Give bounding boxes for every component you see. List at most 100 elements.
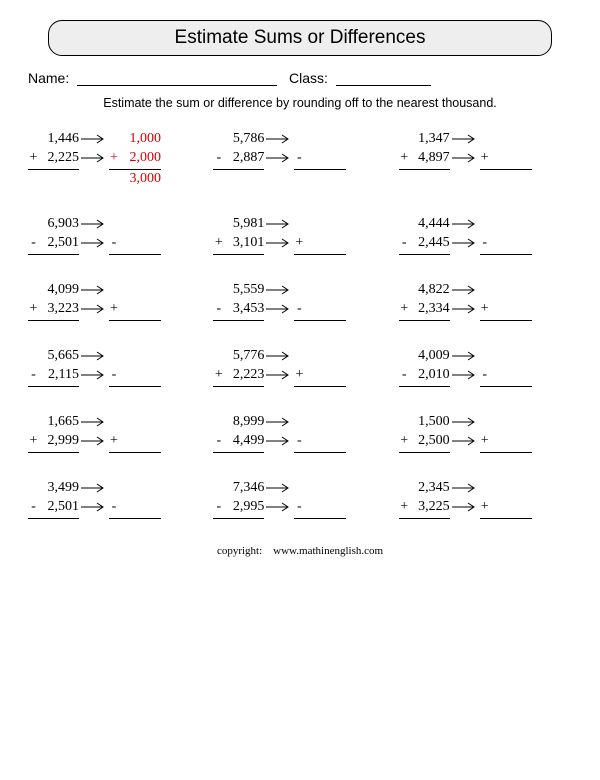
operand-b: 2,501 bbox=[39, 234, 79, 253]
operand-a: 6,903 bbox=[39, 215, 79, 234]
problem: 1,500+2,500+ bbox=[399, 413, 572, 453]
operand-b: 2,999 bbox=[39, 432, 79, 451]
arrow-icon bbox=[450, 149, 480, 168]
rule-line bbox=[399, 169, 450, 170]
footer: copyright: www.mathinenglish.com bbox=[28, 545, 572, 557]
page: Estimate Sums or Differences Name: Class… bbox=[0, 0, 600, 569]
rule-line bbox=[399, 254, 450, 255]
name-input[interactable] bbox=[77, 71, 277, 86]
rule-line bbox=[28, 169, 79, 170]
rule-line bbox=[294, 386, 346, 387]
rule-line bbox=[399, 320, 450, 321]
operator: - bbox=[109, 234, 119, 253]
operator: + bbox=[480, 300, 490, 319]
arrow-icon bbox=[264, 432, 294, 451]
problem: 5,665-2,115- bbox=[28, 347, 201, 387]
operator: - bbox=[480, 234, 490, 253]
example-round-2: 2,000 bbox=[119, 149, 161, 168]
operator: + bbox=[399, 432, 410, 451]
operand-b: 4,499 bbox=[224, 432, 264, 451]
operator: + bbox=[294, 366, 304, 385]
problem: 2,345+3,225+ bbox=[399, 479, 572, 519]
problem: 1,665+2,999+ bbox=[28, 413, 201, 453]
operator: + bbox=[213, 366, 224, 385]
operand-b: 2,501 bbox=[39, 498, 79, 517]
operand-a: 5,981 bbox=[224, 215, 264, 234]
arrow-icon bbox=[450, 234, 480, 253]
instruction-text: Estimate the sum or difference by roundi… bbox=[28, 96, 572, 110]
rule-line bbox=[294, 518, 346, 519]
arrow-icon bbox=[264, 366, 294, 385]
rule-line bbox=[480, 452, 532, 453]
arrow-icon bbox=[264, 347, 294, 366]
operand-b: 3,101 bbox=[224, 234, 264, 253]
operator: + bbox=[28, 432, 39, 451]
operand-a: 5,776 bbox=[224, 347, 264, 366]
operand-a: 1,446 bbox=[39, 130, 79, 149]
rule-line bbox=[480, 169, 532, 170]
problem: 7,346-2,995- bbox=[213, 479, 386, 519]
operand-b: 2,995 bbox=[224, 498, 264, 517]
operand-a: 4,099 bbox=[39, 281, 79, 300]
arrow-icon bbox=[264, 234, 294, 253]
rule-line bbox=[480, 518, 532, 519]
operator: + bbox=[213, 234, 224, 253]
arrow-icon bbox=[79, 498, 109, 517]
arrow-icon bbox=[79, 479, 109, 498]
rule-line bbox=[213, 254, 264, 255]
operator: + bbox=[480, 432, 490, 451]
problem: 1,347+4,897+ bbox=[399, 130, 572, 189]
rule-line bbox=[109, 386, 161, 387]
operator: - bbox=[480, 366, 490, 385]
operand-b: 2,445 bbox=[410, 234, 450, 253]
problem: 8,999-4,499- bbox=[213, 413, 386, 453]
operand-a: 4,444 bbox=[410, 215, 450, 234]
operator: - bbox=[213, 498, 224, 517]
rule-line bbox=[480, 320, 532, 321]
problem: 5,559-3,453- bbox=[213, 281, 386, 321]
rule-line bbox=[294, 452, 346, 453]
operand-b: 2,223 bbox=[224, 366, 264, 385]
operand-b: 2,010 bbox=[410, 366, 450, 385]
arrow-icon bbox=[79, 347, 109, 366]
operator: - bbox=[28, 366, 39, 385]
operator: + bbox=[399, 149, 410, 168]
operand-a: 1,665 bbox=[39, 413, 79, 432]
rule-line bbox=[213, 518, 264, 519]
rule-line bbox=[294, 320, 346, 321]
problem: 4,009-2,010- bbox=[399, 347, 572, 387]
copyright-label: copyright: bbox=[217, 545, 262, 557]
operator: + bbox=[28, 300, 39, 319]
class-label: Class: bbox=[289, 70, 328, 86]
example-answer: 3,000 bbox=[119, 170, 161, 189]
arrow-icon bbox=[450, 366, 480, 385]
operator: - bbox=[28, 234, 39, 253]
rule-line bbox=[109, 254, 161, 255]
rule-line bbox=[480, 386, 532, 387]
page-title: Estimate Sums or Differences bbox=[48, 20, 552, 56]
operator: - bbox=[294, 300, 304, 319]
problem: 4,444-2,445- bbox=[399, 215, 572, 255]
arrow-icon bbox=[79, 413, 109, 432]
operand-a: 2,345 bbox=[410, 479, 450, 498]
operator: - bbox=[213, 149, 224, 168]
operator: - bbox=[399, 234, 410, 253]
arrow-icon bbox=[79, 300, 109, 319]
class-input[interactable] bbox=[336, 71, 431, 86]
operand-b: 3,225 bbox=[410, 498, 450, 517]
rule-line bbox=[109, 452, 161, 453]
rule-line bbox=[28, 254, 79, 255]
arrow-icon bbox=[450, 215, 480, 234]
operand-a: 5,559 bbox=[224, 281, 264, 300]
rule-line bbox=[28, 386, 79, 387]
arrow-icon bbox=[450, 413, 480, 432]
arrow-icon bbox=[450, 347, 480, 366]
name-label: Name: bbox=[28, 70, 69, 86]
arrow-icon bbox=[79, 432, 109, 451]
operand-a: 1,500 bbox=[410, 413, 450, 432]
example-round-1: 1,000 bbox=[119, 130, 161, 149]
arrow-icon bbox=[264, 300, 294, 319]
arrow-icon bbox=[450, 300, 480, 319]
operand-a: 4,009 bbox=[410, 347, 450, 366]
operand-a: 5,665 bbox=[39, 347, 79, 366]
